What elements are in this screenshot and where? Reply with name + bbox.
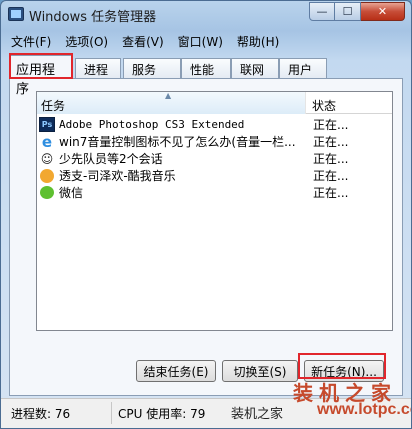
window-title: Windows 任务管理器 [29,10,157,25]
status-divider [111,402,112,424]
task-name: win7音量控制图标不见了怎么办(音量一栏... [59,135,296,149]
column-header-task[interactable]: ▲ 任务 [37,91,306,114]
task-name: 少先队员等2个会话 [59,152,163,166]
task-manager-icon [8,7,24,21]
task-status: 正在... [313,169,349,183]
title-bar[interactable]: Windows 任务管理器 — ☐ ✕ [1,1,411,29]
sort-ascending-icon: ▲ [165,91,172,100]
task-status: 正在... [313,135,349,149]
column-header-task-label: 任务 [41,99,66,113]
minimize-icon: — [316,5,328,18]
tab-strip: 应用程序 进程 服务 性能 联网 用户 [9,55,403,97]
table-row[interactable]: e win7音量控制图标不见了怎么办(音量一栏... 正在... [37,132,392,151]
menu-options[interactable]: 选项(O) [65,33,108,50]
end-task-button[interactable]: 结束任务(E) [136,360,216,382]
tab-performance[interactable]: 性能 [181,58,231,78]
task-manager-window: Windows 任务管理器 — ☐ ✕ 文件(F) 选项(O) 查看(V) 窗口… [0,0,412,429]
applications-panel: ▲ 任务 状态 Ps Adobe Photoshop CS3 Extended … [9,78,403,396]
wechat-icon [39,185,55,200]
task-list[interactable]: ▲ 任务 状态 Ps Adobe Photoshop CS3 Extended … [36,91,393,331]
tab-users[interactable]: 用户 [279,58,327,78]
table-row[interactable]: Ps Adobe Photoshop CS3 Extended 正在... [37,116,392,133]
table-row[interactable]: 透支-司泽欢-酷我音乐 正在... [37,167,392,184]
ie-icon: e [41,132,53,151]
process-count: 进程数: 76 [11,407,71,421]
tab-networking[interactable]: 联网 [231,58,279,78]
menu-view[interactable]: 查看(V) [122,33,164,50]
tab-applications[interactable]: 应用程序 [9,55,73,97]
menu-file[interactable]: 文件(F) [11,33,51,50]
task-name: Adobe Photoshop CS3 Extended [59,118,245,131]
table-row[interactable]: 微信 正在... [37,184,392,201]
task-status: 正在... [313,118,349,132]
cpu-usage: CPU 使用率: 79 [118,407,206,421]
menu-window[interactable]: 窗口(W) [178,33,223,50]
watermark-brand-small: 装机之家 [231,407,284,422]
minimize-button[interactable]: — [309,2,335,21]
maximize-icon: ☐ [342,5,353,18]
table-row[interactable]: ☺ 少先队员等2个会话 正在... [37,150,392,167]
photoshop-icon: Ps [39,117,55,132]
menu-help[interactable]: 帮助(H) [237,33,279,50]
task-name: 微信 [59,186,84,200]
list-header: ▲ 任务 状态 [37,91,392,114]
caption-buttons: — ☐ ✕ [309,2,405,21]
task-rows: Ps Adobe Photoshop CS3 Extended 正在... e … [37,116,392,201]
close-icon: ✕ [377,5,388,18]
menu-bar: 文件(F) 选项(O) 查看(V) 窗口(W) 帮助(H) [1,30,411,52]
tab-processes[interactable]: 进程 [75,58,121,78]
task-name: 透支-司泽欢-酷我音乐 [59,169,176,183]
tab-services[interactable]: 服务 [123,58,181,78]
kuwo-music-icon [39,168,55,183]
close-button[interactable]: ✕ [361,2,405,21]
watermark: 装机之家 装机之家 www.lotpc.com [231,377,411,428]
maximize-button[interactable]: ☐ [335,2,361,21]
qq-icon: ☺ [40,151,54,166]
column-header-status[interactable]: 状态 [306,92,342,113]
watermark-url: www.lotpc.com [317,401,411,418]
column-header-status-label: 状态 [312,99,337,113]
task-status: 正在... [313,186,349,200]
task-status: 正在... [313,152,349,166]
